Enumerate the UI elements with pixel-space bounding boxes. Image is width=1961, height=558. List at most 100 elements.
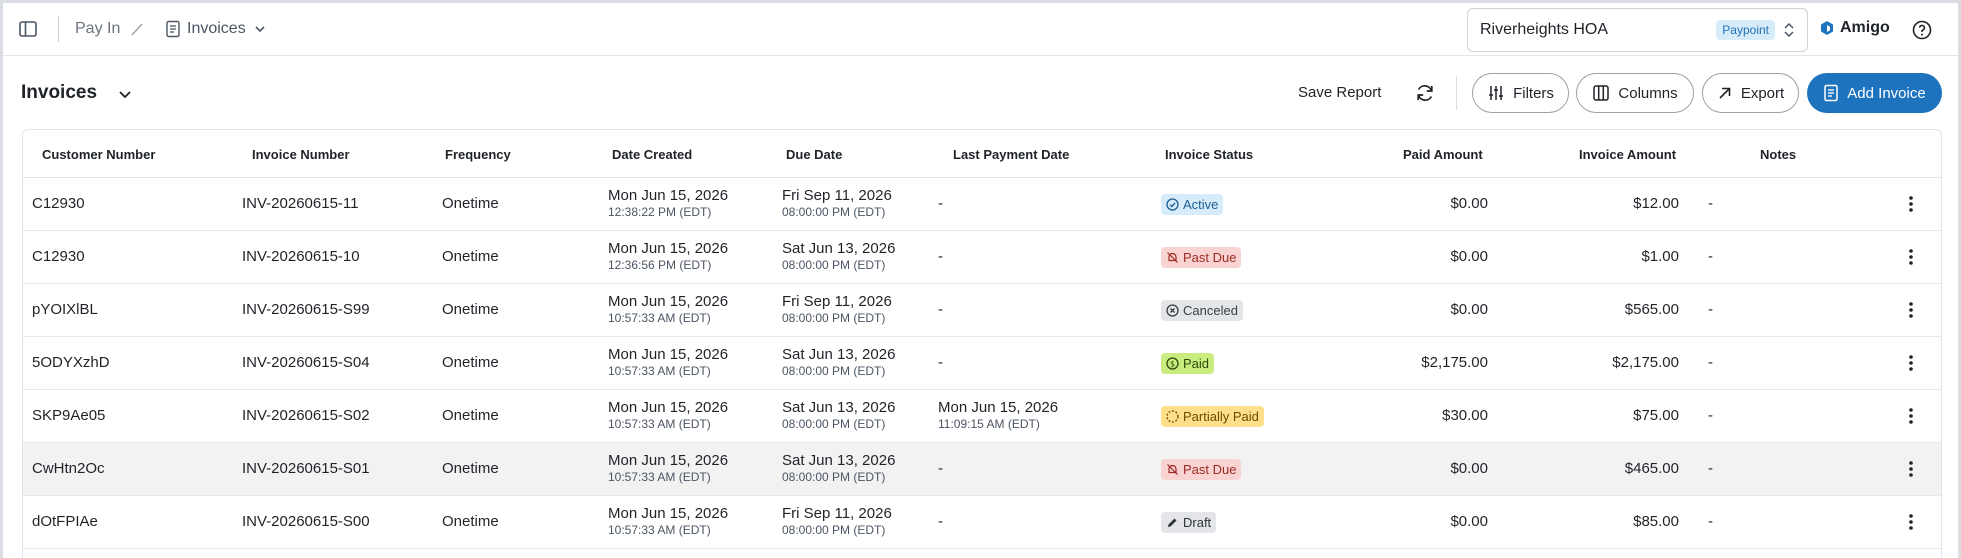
x-circle-icon [1166,304,1179,317]
cell-customer-number: C12930 [32,248,85,265]
header-divider [1456,76,1457,110]
date-created: Mon Jun 15, 2026 [608,452,729,469]
cell-invoice-amount: $12.00 [1633,195,1679,212]
cell-invoice-amount: $2,175.00 [1612,354,1679,371]
cell-last-payment-date: - [938,248,943,265]
cell-last-payment-date: Mon Jun 15, 2026 11:09:15 AM (EDT) [938,399,1058,432]
breadcrumb-invoices[interactable]: Invoices [165,17,268,41]
cell-last-payment-date: - [938,195,943,212]
svg-text:$: $ [1170,359,1175,368]
column-header-last-payment-date[interactable]: Last Payment Date [953,147,1069,162]
column-header-paid-amount[interactable]: Paid Amount [1403,147,1483,162]
filters-label: Filters [1513,84,1554,102]
cell-last-payment-date: - [938,513,943,530]
help-icon[interactable] [1912,20,1932,40]
save-report-button[interactable]: Save Report [1298,84,1381,101]
cell-customer-number: dOtFPIAe [32,513,98,530]
filters-button[interactable]: Filters [1472,73,1569,113]
cell-due-date: Fri Sep 11, 2026 08:00:00 PM (EDT) [782,187,892,220]
table-row[interactable]: dOtFPIAe INV-20260615-S00 Onetime Mon Ju… [23,496,1941,549]
more-vertical-icon[interactable] [1901,247,1921,267]
time-created: 12:38:22 PM (EDT) [608,205,712,219]
cell-notes: - [1708,460,1713,477]
brand-logo-icon [1820,20,1834,36]
column-header-customer-number[interactable]: Customer Number [42,147,155,162]
due-time: 08:00:00 PM (EDT) [782,364,886,378]
cell-last-payment-date: - [938,354,943,371]
cell-frequency: Onetime [442,460,499,477]
status-label: Active [1183,197,1219,212]
add-invoice-button[interactable]: Add Invoice [1807,73,1942,113]
cell-invoice-number: INV-20260615-S04 [242,354,370,371]
breadcrumb-separator-icon [129,21,145,37]
cell-paid-amount: $2,175.00 [1421,354,1488,371]
export-label: Export [1740,84,1785,102]
more-vertical-icon[interactable] [1901,406,1921,426]
date-created: Mon Jun 15, 2026 [608,187,729,204]
column-header-invoice-amount[interactable]: Invoice Amount [1579,147,1676,162]
cell-due-date: Fri Sep 11, 2026 08:00:00 PM (EDT) [782,293,892,326]
cell-date-created: Mon Jun 15, 2026 10:57:33 AM (EDT) [608,399,728,432]
refresh-icon[interactable] [1414,82,1436,104]
table-row[interactable]: pYOIXlBL INV-20260615-S99 Onetime Mon Ju… [23,284,1941,337]
cell-due-date: Sat Jun 13, 2026 08:00:00 PM (EDT) [782,452,895,485]
chevron-down-icon[interactable] [116,85,134,103]
sidebar-toggle-icon[interactable] [17,18,39,40]
due-date: Sat Jun 13, 2026 [782,346,896,363]
topbar-divider [58,16,59,42]
column-header-due-date[interactable]: Due Date [786,147,842,162]
breadcrumb-pay-in[interactable]: Pay In [75,20,120,38]
cell-date-created: Mon Jun 15, 2026 12:38:22 PM (EDT) [608,187,728,220]
cell-frequency: Onetime [442,248,499,265]
date-created: Mon Jun 15, 2026 [608,346,729,363]
more-vertical-icon[interactable] [1901,300,1921,320]
cell-due-date: Sat Jun 13, 2026 08:00:00 PM (EDT) [782,399,895,432]
invoice-icon [1823,84,1839,102]
cell-paid-amount: $0.00 [1450,195,1488,212]
more-vertical-icon[interactable] [1901,194,1921,214]
table-row[interactable]: SKP9Ae05 INV-20260615-S02 Onetime Mon Ju… [23,390,1941,443]
table-row[interactable]: C12930 INV-20260615-10 Onetime Mon Jun 1… [23,231,1941,284]
check-circle-icon [1166,198,1179,211]
cell-paid-amount: $0.00 [1450,460,1488,477]
column-header-invoice-status[interactable]: Invoice Status [1165,147,1253,162]
table-row[interactable]: 5ODYXzhD INV-20260615-S04 Onetime Mon Ju… [23,337,1941,390]
due-time: 08:00:00 PM (EDT) [782,523,886,537]
table-row[interactable]: C12930 INV-20260615-11 Onetime Mon Jun 1… [23,178,1941,231]
cell-notes: - [1708,301,1713,318]
column-header-date-created[interactable]: Date Created [612,147,692,162]
cell-due-date: Sat Jun 13, 2026 08:00:00 PM (EDT) [782,346,895,379]
cell-customer-number: pYOIXlBL [32,301,98,318]
column-header-frequency[interactable]: Frequency [445,147,511,162]
column-header-invoice-number[interactable]: Invoice Number [252,147,350,162]
brand[interactable]: Amigo [1820,19,1890,37]
status-badge: Active [1161,194,1224,215]
columns-button[interactable]: Columns [1576,73,1694,113]
paypoint-badge: Paypoint [1716,20,1775,40]
time-created: 10:57:33 AM (EDT) [608,470,711,484]
due-date: Sat Jun 13, 2026 [782,399,896,416]
organization-name: Riverheights HOA [1480,21,1609,38]
cell-invoice-number: INV-20260615-S02 [242,407,370,424]
more-vertical-icon[interactable] [1901,512,1921,532]
more-vertical-icon[interactable] [1901,353,1921,373]
due-time: 08:00:00 PM (EDT) [782,205,886,219]
cell-invoice-number: INV-20260615-S01 [242,460,370,477]
cell-invoice-amount: $565.00 [1624,301,1679,318]
time-created: 10:57:33 AM (EDT) [608,523,711,537]
cell-invoice-number: INV-20260615-10 [242,248,360,265]
cell-frequency: Onetime [442,301,499,318]
organization-select[interactable]: Riverheights HOA Paypoint [1467,8,1808,52]
status-label: Draft [1183,515,1212,530]
date-created: Mon Jun 15, 2026 [608,399,729,416]
export-button[interactable]: Export [1702,73,1799,113]
table-row[interactable]: CwHtn2Oc INV-20260615-S01 Onetime Mon Ju… [23,443,1941,496]
cell-frequency: Onetime [442,513,499,530]
more-vertical-icon[interactable] [1901,459,1921,479]
page-title: Invoices [21,82,98,103]
cell-due-date: Fri Sep 11, 2026 08:00:00 PM (EDT) [782,505,892,538]
column-header-notes[interactable]: Notes [1760,147,1796,162]
chevron-down-icon [252,21,268,37]
cell-paid-amount: $0.00 [1450,301,1488,318]
due-date: Fri Sep 11, 2026 [782,505,892,522]
